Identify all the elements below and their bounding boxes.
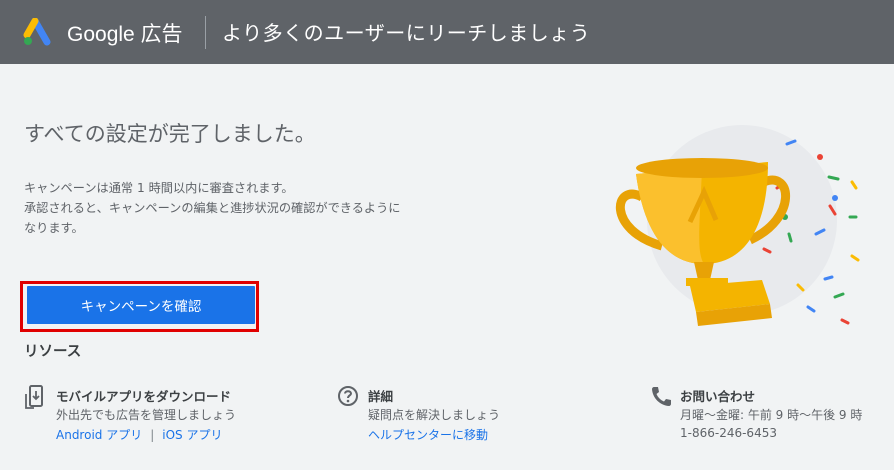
- google-ads-logo-icon: [23, 18, 51, 46]
- trophy-illustration: [616, 125, 860, 326]
- phone-icon: [652, 387, 671, 406]
- phone-number: 1-866-246-6453: [680, 426, 777, 440]
- resource-subtitle: 疑問点を解決しましょう: [368, 408, 501, 422]
- resource-links: ヘルプセンターに移動: [368, 426, 488, 443]
- resource-links: Android アプリ | iOS アプリ: [56, 426, 222, 443]
- ios-app-link[interactable]: iOS アプリ: [162, 428, 222, 442]
- review-campaign-button[interactable]: キャンペーンを確認: [27, 286, 255, 324]
- android-app-link[interactable]: Android アプリ: [56, 428, 142, 442]
- help-icon: [338, 386, 358, 406]
- description-line: なります。: [24, 221, 84, 235]
- resource-title: 詳細: [368, 389, 394, 404]
- resource-title: モバイルアプリをダウンロード: [56, 389, 232, 404]
- description-line: キャンペーンは通常 1 時間以内に審査されます。: [24, 181, 294, 195]
- header-divider: [205, 16, 206, 49]
- link-separator: |: [150, 428, 155, 442]
- review-description: キャンペーンは通常 1 時間以内に審査されます。 承認されると、キャンペーンの編…: [24, 178, 444, 238]
- brand-name: Google 広告: [67, 23, 183, 46]
- help-center-link[interactable]: ヘルプセンターに移動: [368, 428, 488, 442]
- resources-heading: リソース: [24, 344, 82, 360]
- description-line: 承認されると、キャンペーンの編集と進捗状況の確認ができるように: [24, 201, 401, 215]
- top-bar: Google 広告 より多くのユーザーにリーチしましょう: [0, 0, 894, 64]
- mobile-download-icon: [25, 385, 43, 409]
- resource-title: お問い合わせ: [680, 389, 756, 404]
- page-header-title: より多くのユーザーにリーチしましょう: [222, 21, 591, 45]
- completion-headline: すべての設定が完了しました。: [24, 122, 316, 146]
- resource-subtitle: 月曜～金曜: 午前 9 時～午後 9 時: [680, 408, 863, 422]
- resource-subtitle: 外出先でも広告を管理しましょう: [56, 408, 237, 422]
